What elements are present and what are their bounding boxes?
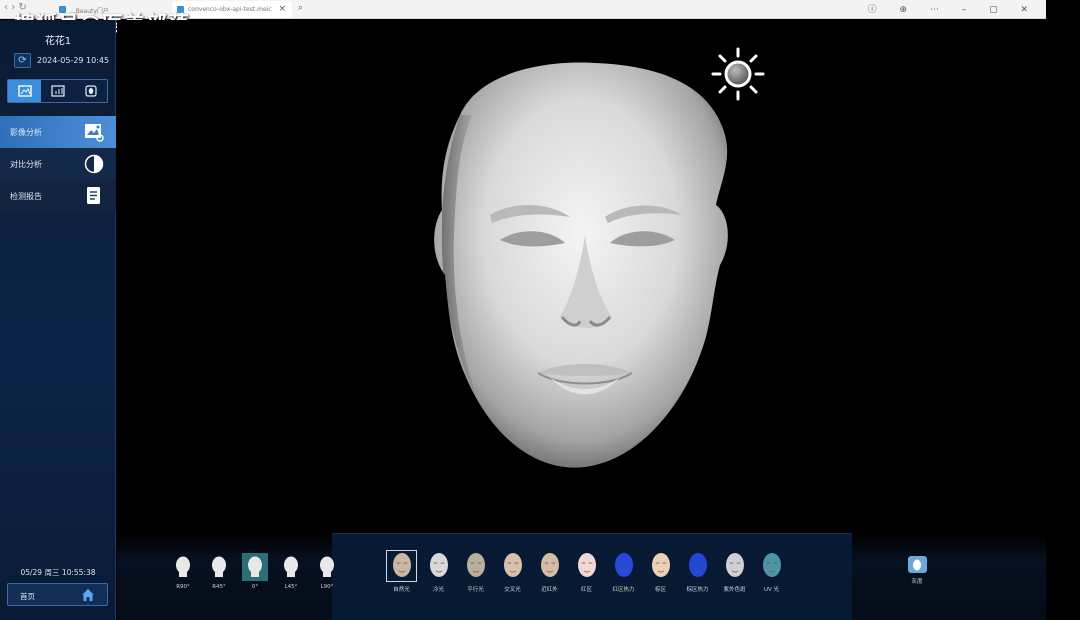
- view-angle-label: 0°: [251, 584, 259, 590]
- view-angle-1[interactable]: R45°: [206, 553, 232, 590]
- head-icon: [170, 553, 196, 581]
- session-datetime: 2024-05-29 10:45: [37, 55, 110, 65]
- face-thumbnail-icon: [460, 550, 491, 582]
- face-thumbnail-icon: [608, 550, 639, 582]
- menu-contrast-analysis[interactable]: 对比分析: [0, 148, 116, 180]
- window-controls[interactable]: ⓘ ⊕ ⋯ – ▢ ✕: [868, 2, 1038, 15]
- light-mode-10[interactable]: UV 光: [755, 550, 788, 593]
- light-mode-label: 近红外: [541, 587, 558, 593]
- light-mode-0[interactable]: 自然光: [385, 550, 418, 593]
- head-icon: [278, 553, 304, 581]
- light-mode-1[interactable]: 冷光: [422, 550, 455, 593]
- portrait-mode-icon: [84, 85, 97, 97]
- view-angle-label: R90°: [176, 584, 190, 590]
- face-thumbnail-icon: [756, 550, 787, 582]
- face-thumbnail-icon: [534, 550, 565, 582]
- head-icon: [314, 553, 340, 581]
- light-mode-8[interactable]: 棕区热力: [681, 550, 714, 593]
- light-mode-label: 棕区: [654, 587, 666, 593]
- light-mode-2[interactable]: 平行光: [459, 550, 492, 593]
- sidebar: 花花1 ⟳ 2024-05-29 10:45 影像分析 对比分析 检测报告 05…: [0, 20, 116, 620]
- head-icon: [242, 553, 268, 581]
- image-mode-button[interactable]: [8, 80, 41, 102]
- contrast-icon: [84, 154, 104, 174]
- menu-report[interactable]: 检测报告: [0, 180, 116, 212]
- image-mode-icon: [17, 85, 32, 97]
- face-thumbnail-icon: [682, 550, 713, 582]
- light-mode-5[interactable]: 红区: [570, 550, 603, 593]
- grayscale-toggle[interactable]: 灰度: [905, 556, 929, 585]
- light-mode-label: 红区: [580, 587, 592, 593]
- light-mode-label: 红区热力: [612, 587, 635, 593]
- light-mode-label: 交叉光: [504, 587, 521, 593]
- search-icon[interactable]: ⌕: [298, 3, 303, 13]
- view-angle-4[interactable]: L90°: [314, 553, 340, 590]
- home-button[interactable]: 首页: [7, 583, 108, 606]
- light-mode-label: UV 光: [763, 587, 780, 593]
- view-angle-selector: R90° R45° 0° L45° L90°: [170, 553, 340, 590]
- face-thumbnail-icon: [719, 550, 750, 582]
- session-datetime-row: ⟳ 2024-05-29 10:45: [14, 52, 109, 68]
- face-thumbnail-icon: [645, 550, 676, 582]
- head-icon: [206, 553, 232, 581]
- view-angle-label: L90°: [320, 584, 334, 590]
- portrait-mode-button[interactable]: [74, 80, 107, 102]
- grayscale-label: 灰度: [911, 579, 923, 585]
- light-mode-label: 冷光: [432, 587, 444, 593]
- chart-mode-button[interactable]: [41, 80, 74, 102]
- light-mode-label: 紫外色斑: [723, 587, 746, 593]
- browser-tab-label: convenco-obx-api-test.meic: [188, 6, 272, 13]
- view-angle-0[interactable]: R90°: [170, 553, 196, 590]
- face-thumbnail-icon: [571, 550, 602, 582]
- light-mode-selector: 自然光 冷光 平行光 交叉光 近红外 红区 红区热力 棕区 棕区热力 紫外色斑 UV 光: [385, 550, 788, 593]
- light-mode-9[interactable]: 紫外色斑: [718, 550, 751, 593]
- light-mode-4[interactable]: 近红外: [533, 550, 566, 593]
- light-mode-label: 棕区热力: [686, 587, 709, 593]
- view-angle-label: L45°: [284, 584, 298, 590]
- face-thumbnail-icon: [497, 550, 528, 582]
- report-icon: [87, 187, 100, 204]
- face-thumbnail-icon: [386, 550, 417, 582]
- mode-switcher: [7, 79, 108, 103]
- light-mode-label: 自然光: [393, 587, 410, 593]
- view-angle-2[interactable]: 0°: [242, 553, 268, 590]
- close-tab-icon[interactable]: ×: [278, 4, 286, 14]
- browser-tab-2[interactable]: convenco-obx-api-test.meic ×: [172, 1, 292, 18]
- menu-image-analysis[interactable]: 影像分析: [0, 116, 116, 148]
- refresh-icon[interactable]: ⟳: [14, 52, 31, 68]
- grayscale-icon: [907, 556, 927, 573]
- light-mode-3[interactable]: 交叉光: [496, 550, 529, 593]
- view-angle-label: R45°: [212, 584, 226, 590]
- light-mode-label: 平行光: [467, 587, 484, 593]
- home-icon: [82, 589, 94, 601]
- face-thumbnail-icon: [423, 550, 454, 582]
- chart-mode-icon: [50, 85, 65, 97]
- 3d-face-model[interactable]: [420, 55, 750, 485]
- menu-label: 检测报告: [10, 191, 42, 201]
- image-analysis-icon: [85, 124, 104, 142]
- home-label: 首页: [20, 592, 35, 601]
- view-angle-3[interactable]: L45°: [278, 553, 304, 590]
- current-time: 05/29 周三 10:55:38: [20, 568, 96, 577]
- menu-label: 对比分析: [10, 159, 42, 169]
- menu-label: 影像分析: [10, 127, 42, 137]
- patient-name: 花花1: [44, 36, 72, 47]
- light-mode-6[interactable]: 红区热力: [607, 550, 640, 593]
- light-mode-7[interactable]: 棕区: [644, 550, 677, 593]
